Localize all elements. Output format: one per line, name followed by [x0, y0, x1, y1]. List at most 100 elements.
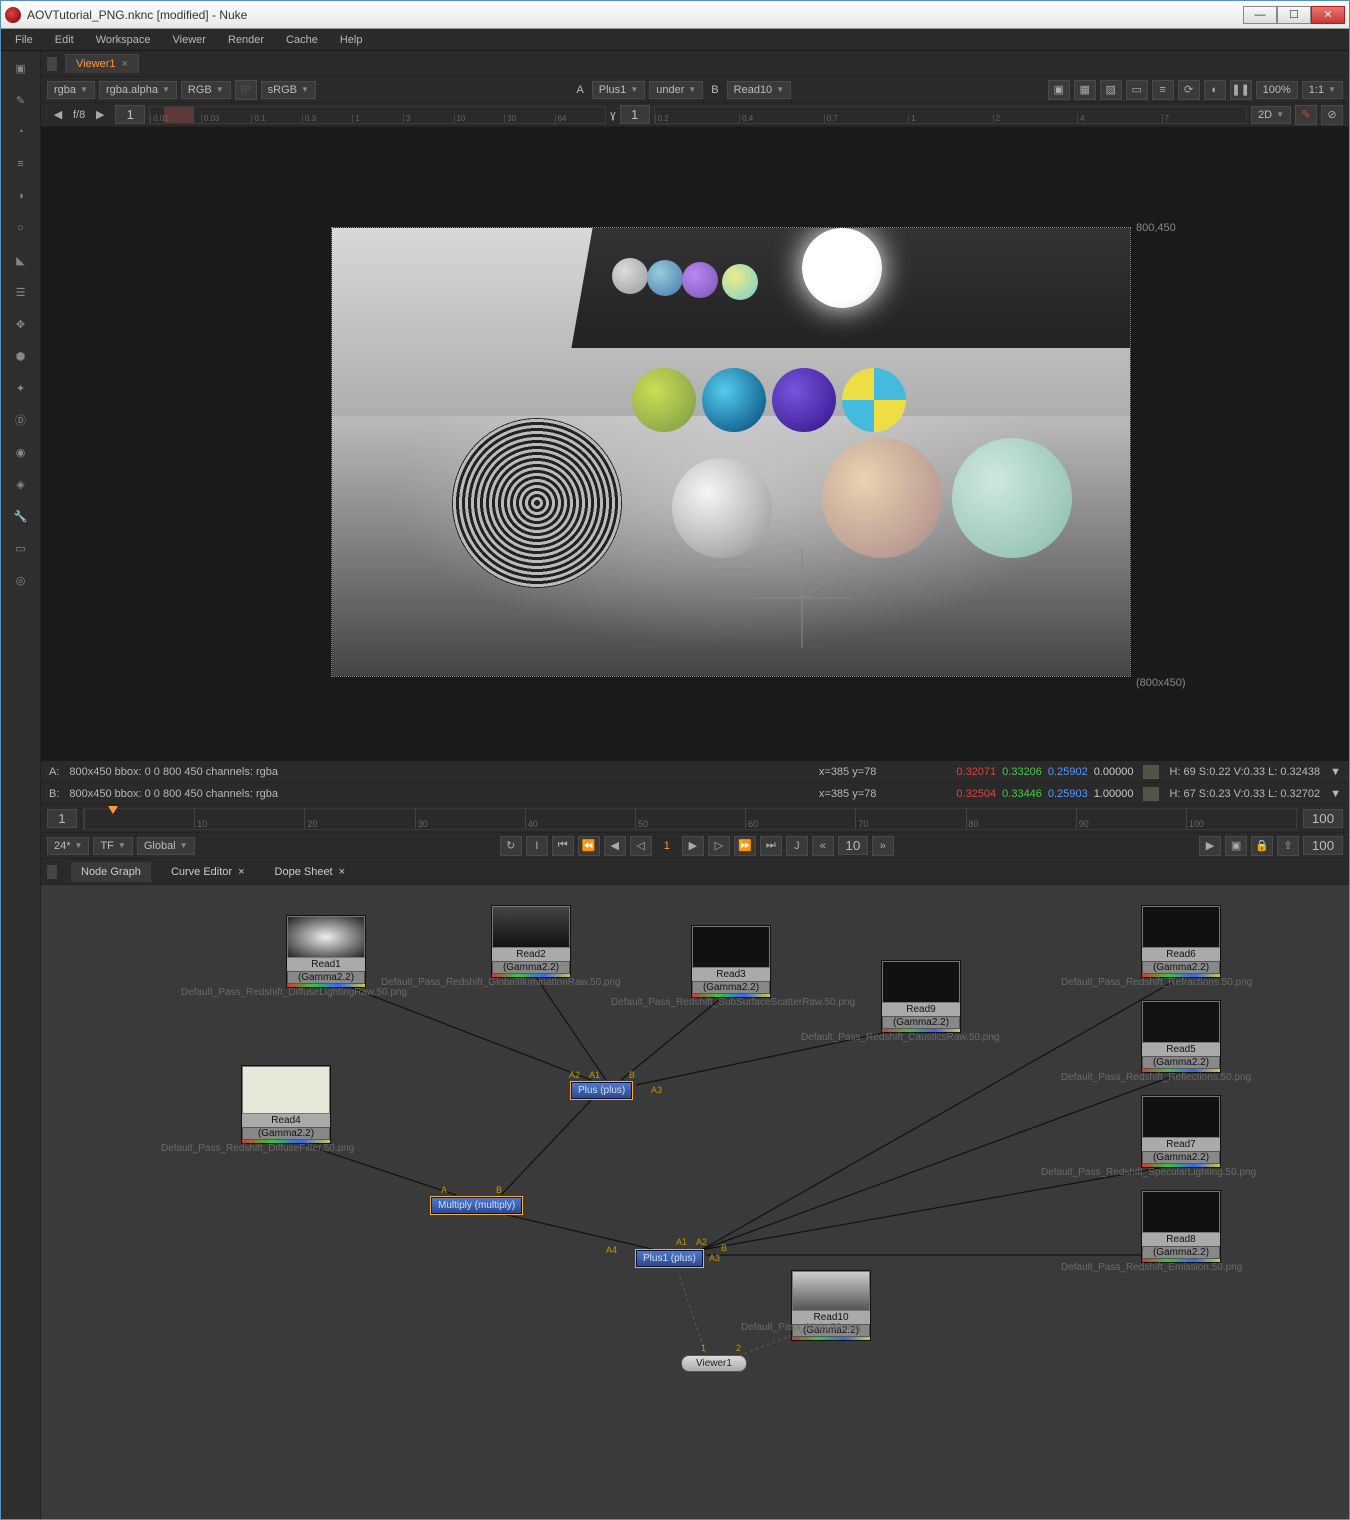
node-multiply[interactable]: Multiply (multiply) [431, 1197, 522, 1214]
tool-time-icon[interactable]: ◔ [8, 119, 34, 145]
gamma-slider[interactable]: 0.20.40.7 124 7 [654, 106, 1247, 124]
play-fwd-icon[interactable]: ▶ [682, 836, 704, 856]
wipe-op-dropdown[interactable]: under▼ [649, 81, 703, 99]
tool-transform-icon[interactable]: ✥ [8, 311, 34, 337]
step-back-icon[interactable]: ◀ [604, 836, 626, 856]
tab-dope-sheet[interactable]: Dope Sheet× [265, 862, 356, 882]
pause-icon[interactable]: ❚❚ [1230, 80, 1252, 100]
tab-viewer1[interactable]: Viewer1 × [65, 54, 139, 73]
first-frame-icon[interactable]: ⏮ [552, 836, 574, 856]
lock-icon[interactable]: 🔒 [1251, 836, 1273, 856]
clip-icon[interactable]: ▨ [1100, 80, 1122, 100]
gamma-value[interactable] [620, 105, 650, 124]
node-read5[interactable]: Read5 (Gamma2.2) [1141, 1000, 1221, 1073]
node-read1[interactable]: Read1 (Gamma2.2) [286, 915, 366, 988]
outpoint-icon[interactable]: J [786, 836, 808, 856]
menu-render[interactable]: Render [218, 32, 274, 48]
wand-icon[interactable]: ✎ [1295, 105, 1317, 125]
fstop-next-icon[interactable]: ▶ [89, 105, 111, 125]
fps-dropdown[interactable]: 24*▼ [47, 837, 89, 855]
tool-deep-icon[interactable]: Ⓓ [8, 407, 34, 433]
exposure-slider[interactable]: 0.010.030.1 0.313 103064 [149, 106, 606, 124]
node-viewer1[interactable]: Viewer1 [681, 1355, 747, 1372]
skip-back-icon[interactable]: « [812, 836, 834, 856]
export-icon[interactable]: ⇪ [1277, 836, 1299, 856]
node-plus1[interactable]: Plus1 (plus) [636, 1250, 703, 1267]
node-plus[interactable]: Plus (plus) [571, 1082, 632, 1099]
sync-dropdown[interactable]: Global▼ [137, 837, 195, 855]
view-mode-dropdown[interactable]: 2D▼ [1251, 106, 1291, 124]
gamma-icon[interactable]: ◐ [1204, 80, 1226, 100]
minimize-button[interactable]: — [1243, 6, 1277, 24]
roi-icon[interactable]: ▣ [1048, 80, 1070, 100]
colorspace-dropdown[interactable]: RGB▼ [181, 81, 231, 99]
proxy-icon[interactable]: ▦ [1074, 80, 1096, 100]
tool-channel-icon[interactable]: ≡ [8, 151, 34, 177]
menu-workspace[interactable]: Workspace [86, 32, 161, 48]
node-read3[interactable]: Read3 (Gamma2.2) [691, 925, 771, 998]
tool-merge-icon[interactable]: ☰ [8, 279, 34, 305]
srgb-dropdown[interactable]: sRGB▼ [261, 81, 316, 99]
tool-draw-icon[interactable]: ✎ [8, 87, 34, 113]
tool-keyer-icon[interactable]: ◣ [8, 247, 34, 273]
range-end[interactable] [1303, 836, 1343, 855]
menu-edit[interactable]: Edit [45, 32, 84, 48]
tool-furnace-icon[interactable]: ◎ [8, 567, 34, 593]
menu-help[interactable]: Help [330, 32, 373, 48]
tool-3d-icon[interactable]: ⬢ [8, 343, 34, 369]
node-read6[interactable]: Read6 (Gamma2.2) [1141, 905, 1221, 978]
node-read2[interactable]: Read2 (Gamma2.2) [491, 905, 571, 978]
menu-file[interactable]: File [5, 32, 43, 48]
close-button[interactable]: ✕ [1311, 6, 1345, 24]
tool-image-icon[interactable]: ▣ [8, 55, 34, 81]
fullscreen-icon[interactable]: ▶ [1199, 836, 1221, 856]
overlay-icon[interactable]: ▭ [1126, 80, 1148, 100]
refresh-icon[interactable]: ⟳ [1178, 80, 1200, 100]
clear-icon[interactable]: ⊘ [1321, 105, 1343, 125]
skip-amount[interactable] [838, 836, 868, 855]
menu-viewer[interactable]: Viewer [163, 32, 216, 48]
node-graph[interactable]: Read1 (Gamma2.2) Default_Pass_Redshift_D… [41, 885, 1349, 1519]
timeline-track[interactable]: 1020 3040 5060 7080 90100 [83, 808, 1297, 830]
tool-metadata-icon[interactable]: ◈ [8, 471, 34, 497]
maximize-button[interactable]: ☐ [1277, 6, 1311, 24]
fstop-prev-icon[interactable]: ◀ [47, 105, 69, 125]
play-back-icon[interactable]: ◁ [630, 836, 652, 856]
timeline-start[interactable] [47, 809, 77, 828]
alpha-dropdown[interactable]: rgba.alpha▼ [99, 81, 177, 99]
ip-toggle[interactable]: IP [235, 80, 257, 100]
node-read8[interactable]: Read8 (Gamma2.2) [1141, 1190, 1221, 1263]
tab-node-graph[interactable]: Node Graph [71, 862, 151, 882]
a-node-dropdown[interactable]: Plus1▼ [592, 81, 645, 99]
zoom-dropdown[interactable]: 100% [1256, 81, 1298, 99]
tf-dropdown[interactable]: TF▼ [93, 837, 132, 855]
timeline-end[interactable] [1303, 809, 1343, 828]
fstop-value[interactable] [115, 105, 145, 124]
loop-icon[interactable]: ↻ [500, 836, 522, 856]
tool-particles-icon[interactable]: ✦ [8, 375, 34, 401]
last-frame-icon[interactable]: ⏭ [760, 836, 782, 856]
inpoint-icon[interactable]: I [526, 836, 548, 856]
tool-views-icon[interactable]: ◉ [8, 439, 34, 465]
wipe-handle-icon[interactable] [752, 548, 852, 648]
prev-key-icon[interactable]: ⏪ [578, 836, 600, 856]
next-key-icon[interactable]: ⏩ [734, 836, 756, 856]
tool-color-icon[interactable]: ◑ [8, 183, 34, 209]
tool-filter-icon[interactable]: ○ [8, 215, 34, 241]
viewer-canvas-area[interactable]: 800,450 (800x450) [41, 127, 1349, 761]
step-fwd-icon[interactable]: ▷ [708, 836, 730, 856]
ratio-dropdown[interactable]: 1:1▼ [1302, 81, 1343, 99]
skip-fwd-icon[interactable]: » [872, 836, 894, 856]
record-icon[interactable]: ▣ [1225, 836, 1247, 856]
b-node-dropdown[interactable]: Read10▼ [727, 81, 791, 99]
tab-close-icon[interactable]: × [122, 58, 128, 70]
ng-tab-handle-icon[interactable] [47, 865, 57, 879]
tab-handle-icon[interactable] [47, 57, 57, 71]
menu-cache[interactable]: Cache [276, 32, 328, 48]
wipe-icon[interactable]: ≡ [1152, 80, 1174, 100]
node-read9[interactable]: Read9 (Gamma2.2) [881, 960, 961, 1033]
tool-other-icon[interactable]: ▭ [8, 535, 34, 561]
node-read7[interactable]: Read7 (Gamma2.2) [1141, 1095, 1221, 1168]
channels-dropdown[interactable]: rgba▼ [47, 81, 95, 99]
node-read4[interactable]: Read4 (Gamma2.2) [241, 1065, 331, 1144]
